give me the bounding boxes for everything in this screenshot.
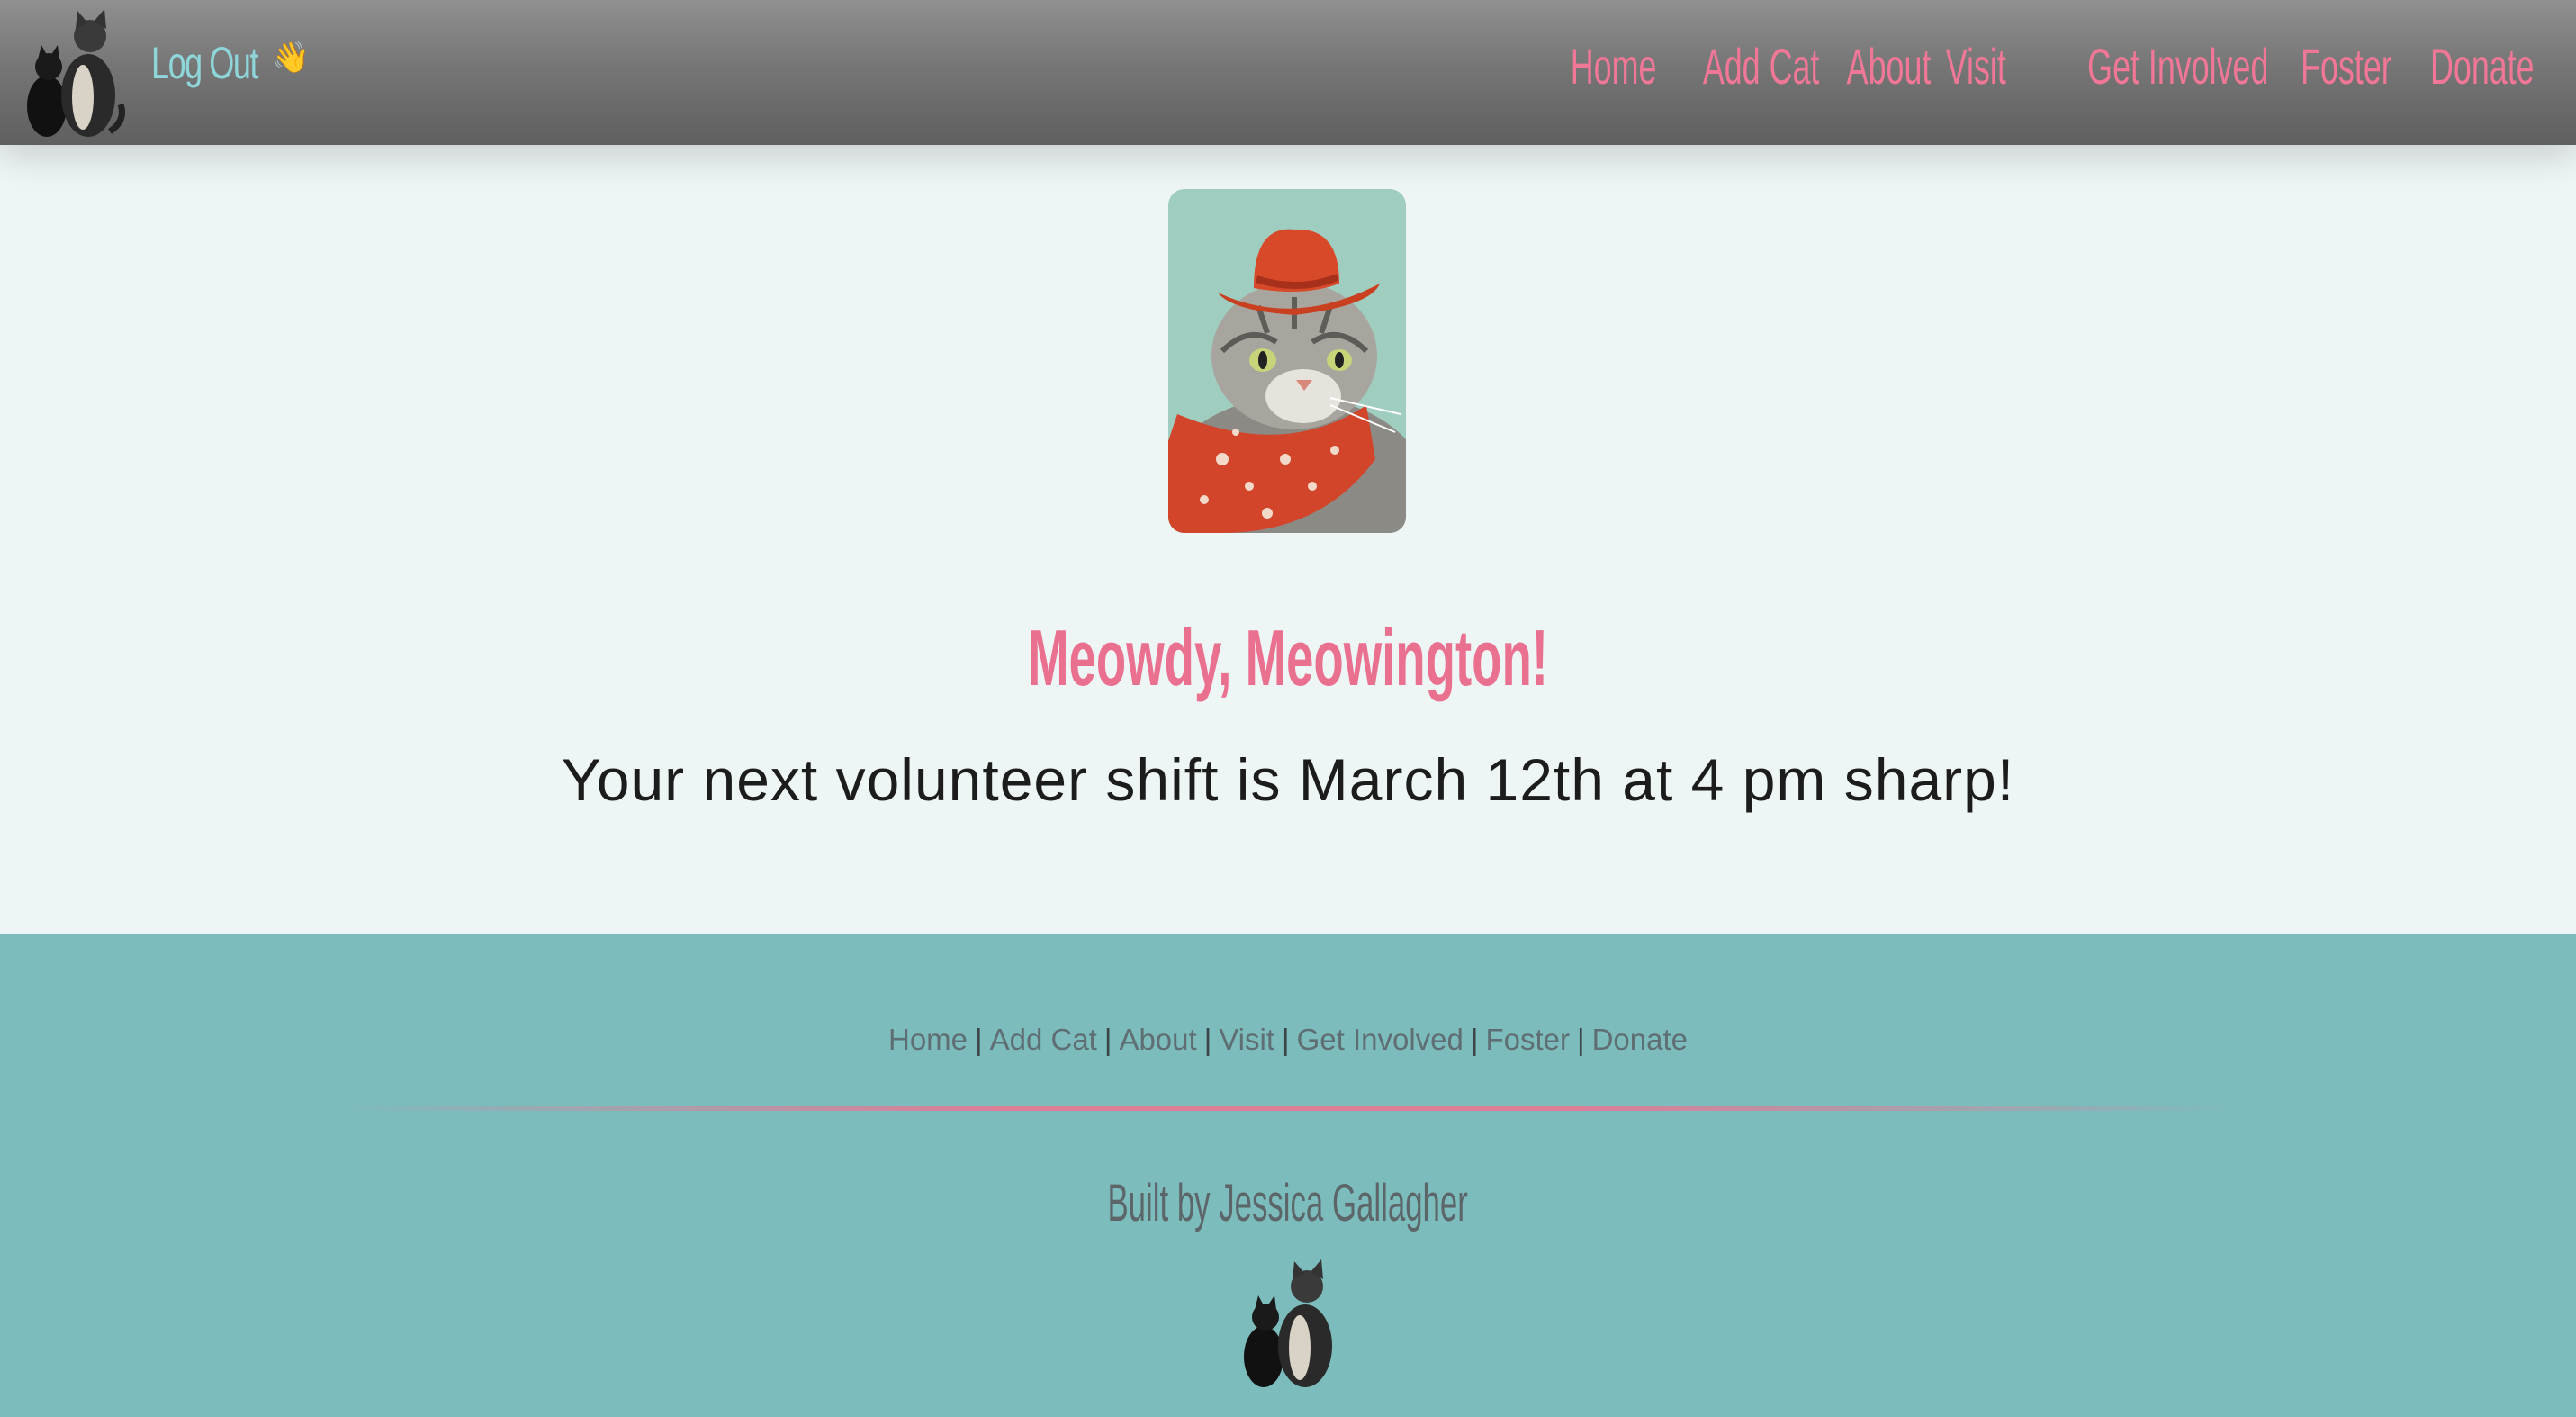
nav-get-involved[interactable]: Get Involved	[2087, 31, 2268, 103]
greeting-text: Meowdy, Meowington!	[1028, 613, 1548, 702]
shift-message: Your next volunteer shift is March 12th …	[561, 746, 2015, 813]
footer-separator: |	[1282, 1023, 1290, 1056]
footer-credit: Built by Jessica Gallagher	[0, 1154, 2576, 1253]
credit-text: Built by Jessica Gallagher	[1107, 1174, 1469, 1232]
waving-hand-icon: 👋	[272, 40, 311, 76]
footer-link-get-involved[interactable]: Get Involved	[1297, 1023, 1464, 1056]
nav-about[interactable]: About	[1847, 31, 1932, 103]
nav-visit[interactable]: Visit	[1945, 31, 2005, 103]
main-nav: Home Add Cat About Visit Get Involved Fo…	[1542, 31, 2535, 103]
footer-link-donate[interactable]: Donate	[1592, 1023, 1688, 1056]
two-cats-logo-icon	[27, 9, 125, 137]
nav-add-cat[interactable]: Add Cat	[1703, 31, 1820, 103]
cowboy-cat-image	[1168, 189, 1406, 533]
site-footer: Home | Add Cat | About | Visit | Get Involved | Fo…	[0, 934, 2576, 1417]
footer-separator: |	[1103, 1023, 1112, 1056]
site-header: Log Out 👋 Home Add Cat About Visit Get I…	[0, 0, 2576, 145]
footer-separator: |	[1576, 1023, 1585, 1056]
footer-separator: |	[1203, 1023, 1212, 1056]
nav-home[interactable]: Home	[1571, 31, 1657, 103]
two-cats-footer-icon	[1244, 1259, 1332, 1387]
main-content: Meowdy, Meowington! Your next volunteer …	[0, 145, 2576, 934]
footer-link-add-cat[interactable]: Add Cat	[990, 1023, 1097, 1056]
footer-nav: Home | Add Cat | About | Visit | Get Involved | Fo…	[0, 1017, 2576, 1062]
cowboy-cat-photo	[1168, 189, 1406, 533]
nav-donate[interactable]: Donate	[2430, 31, 2535, 103]
footer-separator: |	[1470, 1023, 1479, 1056]
footer-separator: |	[975, 1023, 983, 1056]
footer-link-home[interactable]: Home	[888, 1023, 968, 1056]
footer-link-about[interactable]: About	[1119, 1023, 1196, 1056]
footer-link-foster[interactable]: Foster	[1485, 1023, 1570, 1056]
footer-divider	[342, 1106, 2234, 1111]
footer-logo	[1235, 1256, 1341, 1389]
site-logo[interactable]	[20, 5, 128, 139]
greeting-heading: Meowdy, Meowington!	[0, 591, 2576, 726]
nav-foster[interactable]: Foster	[2301, 31, 2392, 103]
footer-link-visit[interactable]: Visit	[1219, 1023, 1274, 1056]
logout-link[interactable]: Log Out	[151, 20, 258, 106]
